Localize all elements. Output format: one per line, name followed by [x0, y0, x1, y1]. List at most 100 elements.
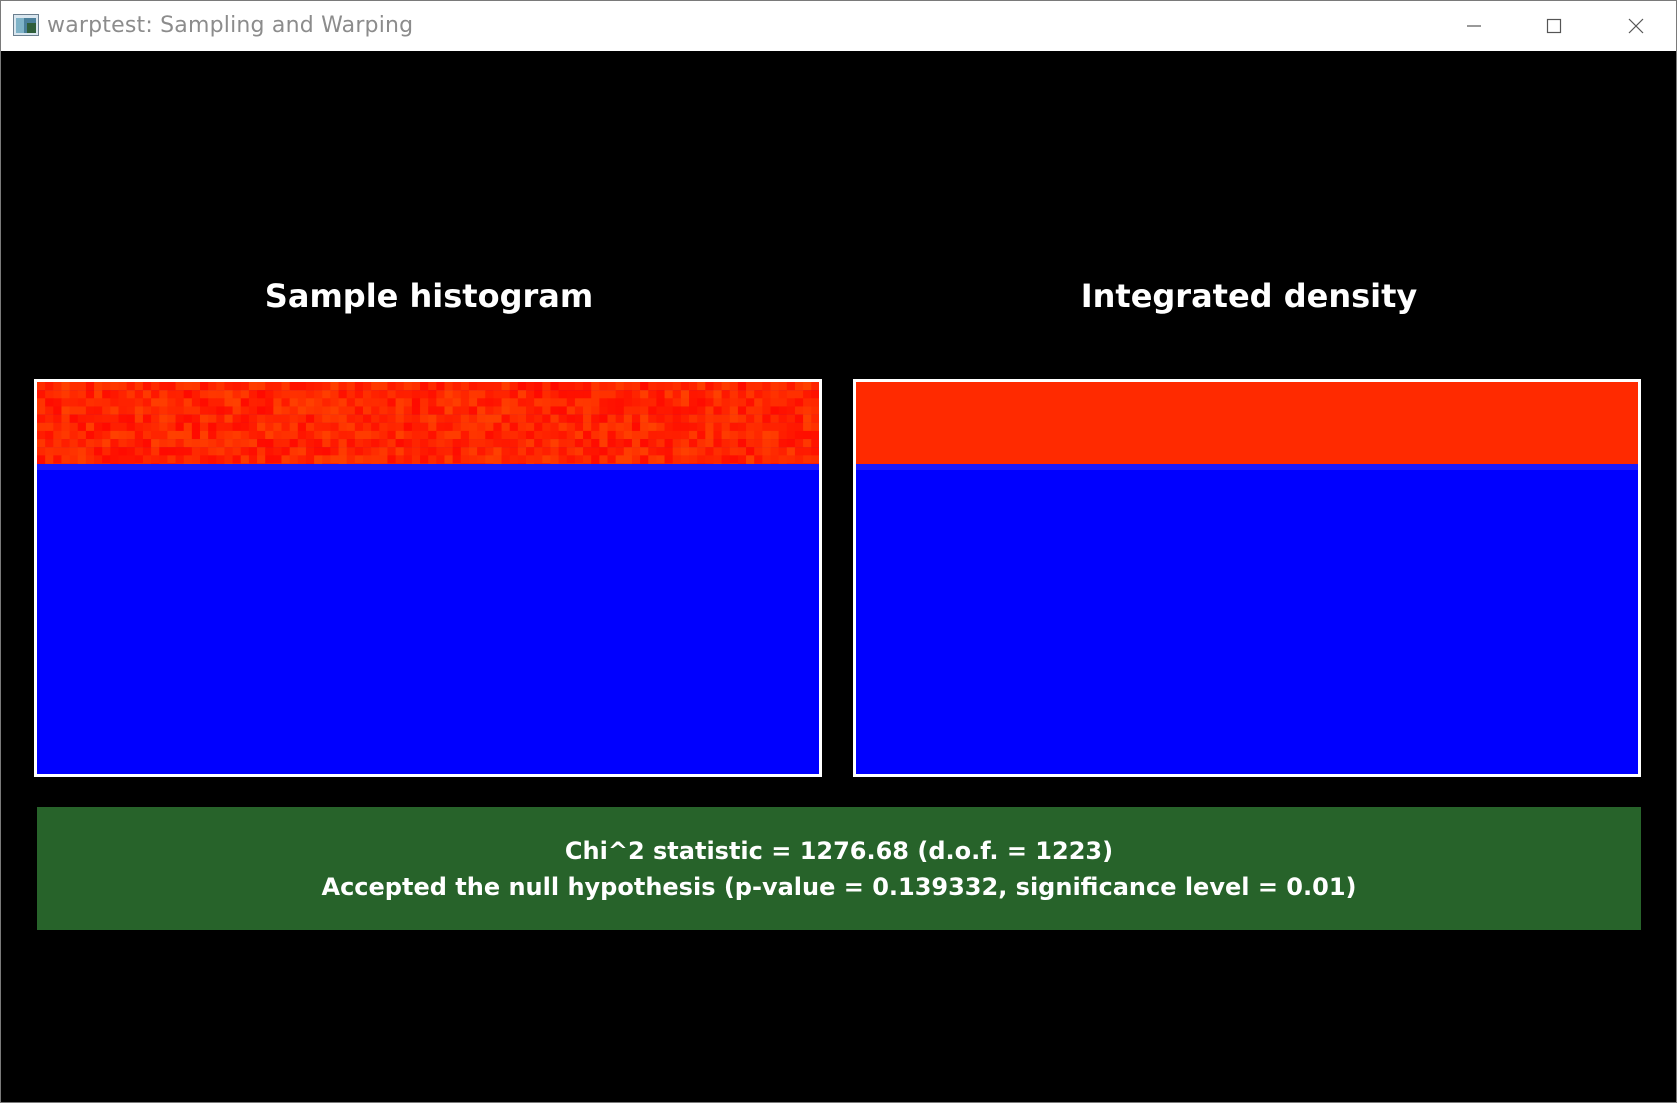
histogram-cell [615, 430, 625, 440]
histogram-cell [697, 430, 706, 440]
histogram-cell [517, 390, 527, 399]
histogram-cell [599, 439, 608, 448]
histogram-cell [61, 447, 71, 456]
histogram-cell [183, 455, 193, 464]
histogram-cell [37, 422, 46, 432]
histogram-cell [729, 406, 739, 415]
histogram-cell [224, 414, 234, 423]
close-button[interactable] [1597, 1, 1675, 51]
histogram-cell [191, 430, 201, 440]
histogram-cell [566, 406, 576, 415]
histogram-cell [754, 382, 763, 391]
maximize-button[interactable] [1515, 1, 1593, 51]
histogram-cell [460, 439, 470, 448]
histogram-cell [411, 439, 421, 448]
histogram-cell [167, 422, 177, 432]
histogram-cell [737, 398, 747, 407]
histogram-cell [330, 447, 340, 456]
histogram-cell [151, 439, 160, 448]
histogram-cell [403, 422, 413, 432]
histogram-cell [305, 447, 315, 456]
histogram-cell [240, 398, 250, 407]
histogram-cell [208, 406, 217, 415]
histogram-cell [631, 455, 641, 464]
histogram-cell [566, 398, 576, 407]
histogram-cell [200, 406, 209, 415]
histogram-cell [786, 414, 796, 423]
histogram-cell [778, 406, 788, 415]
minimize-button[interactable] [1435, 1, 1513, 51]
histogram-cell [420, 382, 429, 391]
histogram-cell [37, 439, 46, 448]
histogram-cell [411, 398, 421, 407]
histogram-cell [770, 382, 780, 391]
histogram-cell [183, 430, 193, 440]
histogram-cell [631, 430, 641, 440]
histogram-cell [566, 390, 576, 399]
histogram-cell [737, 430, 747, 440]
histogram-cell [664, 439, 674, 448]
histogram-cell [803, 439, 812, 448]
histogram-cell [94, 398, 103, 407]
histogram-cell [493, 430, 503, 440]
histogram-cell [159, 447, 168, 456]
histogram-cell [191, 390, 201, 399]
histogram-cell [607, 422, 617, 432]
histogram-cell [379, 439, 388, 448]
histogram-cell [558, 439, 568, 448]
histogram-cell [428, 447, 437, 456]
title-bar[interactable]: warptest: Sampling and Warping [1, 1, 1676, 51]
histogram-cell [94, 422, 103, 432]
histogram-cell [102, 382, 111, 391]
histogram-cell [754, 430, 763, 440]
histogram-cell [737, 390, 747, 399]
histogram-cell [623, 430, 633, 440]
histogram-cell [477, 455, 486, 464]
histogram-cell [77, 447, 87, 456]
histogram-cell [656, 414, 666, 423]
histogram-cell [371, 422, 380, 432]
histogram-cell [118, 406, 128, 415]
histogram-cell [583, 390, 592, 399]
histogram-cell [436, 447, 445, 456]
histogram-cell [45, 406, 54, 415]
histogram-cell [330, 406, 340, 415]
histogram-cell [737, 414, 747, 423]
histogram-cell [574, 406, 584, 415]
histogram-cell [452, 398, 462, 407]
histogram-cell [534, 447, 543, 456]
histogram-cell [314, 414, 323, 423]
histogram-cell [395, 422, 405, 432]
histogram-cell [420, 390, 429, 399]
histogram-cell [452, 390, 462, 399]
histogram-cell [460, 455, 470, 464]
histogram-cell [142, 390, 152, 399]
app-window: warptest: Sampling and Warping Sample hi… [0, 0, 1677, 1103]
histogram-cell [428, 398, 437, 407]
histogram-cell [583, 439, 592, 448]
histogram-cell [640, 430, 649, 440]
histogram-cell [183, 447, 193, 456]
histogram-cell [363, 439, 372, 448]
histogram-cell [493, 390, 503, 399]
histogram-cell [452, 414, 462, 423]
histogram-cell [452, 382, 462, 391]
histogram-cell [420, 414, 429, 423]
chi2-statistic-text: Chi^2 statistic = 1276.68 (d.o.f. = 1223… [564, 837, 1114, 865]
histogram-cell [729, 439, 739, 448]
histogram-cell [45, 414, 54, 423]
histogram-cell [240, 430, 250, 440]
histogram-cell [517, 406, 527, 415]
histogram-cell [37, 390, 46, 399]
histogram-cell [468, 390, 478, 399]
histogram-cell [322, 406, 331, 415]
histogram-cell [232, 430, 242, 440]
histogram-cell [134, 439, 144, 448]
histogram-cell [151, 447, 160, 456]
histogram-cell [338, 430, 348, 440]
histogram-cell [680, 414, 690, 423]
histogram-cell [803, 414, 812, 423]
histogram-cell [151, 414, 160, 423]
histogram-cell [591, 398, 600, 407]
histogram-cell [566, 455, 576, 464]
